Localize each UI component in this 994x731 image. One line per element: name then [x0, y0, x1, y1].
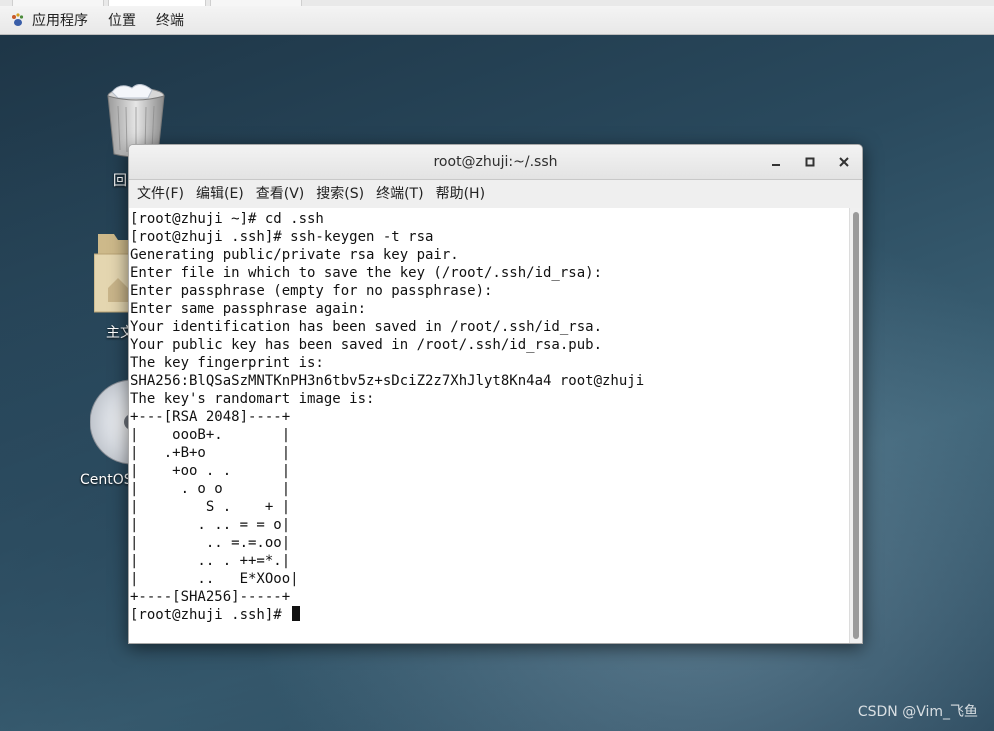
terminal-line: Enter file in which to save the key (/ro… — [130, 265, 603, 281]
minimize-icon — [772, 164, 780, 166]
terminal-line: [root@zhuji ~]# cd .ssh — [130, 211, 324, 227]
randomart-line: | .. =.=.oo| — [130, 535, 291, 551]
menu-view[interactable]: 查看(V) — [250, 180, 311, 208]
desktop-icon-disc-label: CentOS — [80, 472, 133, 488]
desktop: 应用程序 位置 终端 回 主文 CentOS root@zhuji:~/.ssh… — [0, 0, 994, 731]
randomart-line: | oooB+. | — [130, 427, 291, 443]
desktop-icon-trash-label: 回 — [113, 173, 127, 189]
maximize-button[interactable] — [800, 152, 820, 172]
terminal-line: Enter passphrase (empty for no passphras… — [130, 283, 493, 299]
menu-search[interactable]: 搜索(S) — [310, 180, 370, 208]
top-panel: 应用程序 位置 终端 — [0, 6, 994, 35]
terminal-scrollbar[interactable] — [849, 208, 862, 643]
randomart-line: | .. . ++=*.| — [130, 553, 291, 569]
randomart-line: +----[SHA256]-----+ — [130, 589, 291, 605]
close-icon — [839, 157, 849, 167]
terminal-menu[interactable]: 终端 — [146, 6, 194, 34]
menu-file[interactable]: 文件(F) — [131, 180, 190, 208]
terminal-line: The key fingerprint is: — [130, 355, 324, 371]
randomart-line: | . .. = = o| — [130, 517, 291, 533]
desktop-icon-disc[interactable] — [89, 378, 175, 472]
terminal-menubar: 文件(F) 编辑(E) 查看(V) 搜索(S) 终端(T) 帮助(H) — [129, 180, 862, 209]
maximize-icon — [805, 157, 815, 167]
terminal-line: SHA256:BlQSaSzMNTKnPH3n6tbv5z+sDciZ2z7Xh… — [130, 373, 645, 389]
gnome-foot-icon — [12, 13, 24, 26]
terminal-window[interactable]: root@zhuji:~/.ssh 文件(F) 编辑(E) 查看(V) 搜索(S… — [128, 144, 863, 644]
minimize-button[interactable] — [766, 152, 786, 172]
terminal-line: Generating public/private rsa key pair. — [130, 247, 459, 263]
close-button[interactable] — [834, 152, 854, 172]
disc-icon — [89, 379, 175, 465]
randomart-line: +---[RSA 2048]----+ — [130, 409, 291, 425]
randomart-line: | .+B+o | — [130, 445, 291, 461]
randomart-line: | +oo . . | — [130, 463, 291, 479]
terminal-line: The key's randomart image is: — [130, 391, 375, 407]
terminal-output[interactable]: [root@zhuji ~]# cd .ssh [root@zhuji .ssh… — [129, 208, 850, 643]
terminal-text: [root@zhuji ~]# cd .ssh [root@zhuji .ssh… — [129, 208, 850, 624]
window-title: root@zhuji:~/.ssh — [433, 154, 558, 170]
terminal-line: Your public key has been saved in /root/… — [130, 337, 603, 353]
menu-edit[interactable]: 编辑(E) — [190, 180, 250, 208]
places-menu[interactable]: 位置 — [98, 6, 146, 34]
randomart-line: | S . + | — [130, 499, 291, 515]
text-cursor — [292, 606, 301, 621]
menu-terminal[interactable]: 终端(T) — [370, 180, 429, 208]
shell-prompt: [root@zhuji .ssh]# — [130, 607, 291, 623]
menu-help[interactable]: 帮助(H) — [430, 180, 491, 208]
terminal-label: 终端 — [156, 13, 184, 29]
randomart-line: | .. E*XOoo| — [130, 571, 299, 587]
randomart-line: | . o o | — [130, 481, 291, 497]
window-titlebar[interactable]: root@zhuji:~/.ssh — [129, 145, 862, 180]
scrollbar-thumb[interactable] — [853, 212, 859, 639]
terminal-line: Enter same passphrase again: — [130, 301, 367, 317]
watermark: CSDN @Vim_飞鱼 — [857, 704, 978, 720]
applications-label: 应用程序 — [32, 13, 88, 29]
applications-menu[interactable]: 应用程序 — [0, 6, 98, 34]
terminal-line: Your identification has been saved in /r… — [130, 319, 603, 335]
terminal-line: [root@zhuji .ssh]# ssh-keygen -t rsa — [130, 229, 434, 245]
places-label: 位置 — [108, 13, 136, 29]
prompt-line[interactable]: [root@zhuji .ssh]# — [130, 606, 301, 623]
